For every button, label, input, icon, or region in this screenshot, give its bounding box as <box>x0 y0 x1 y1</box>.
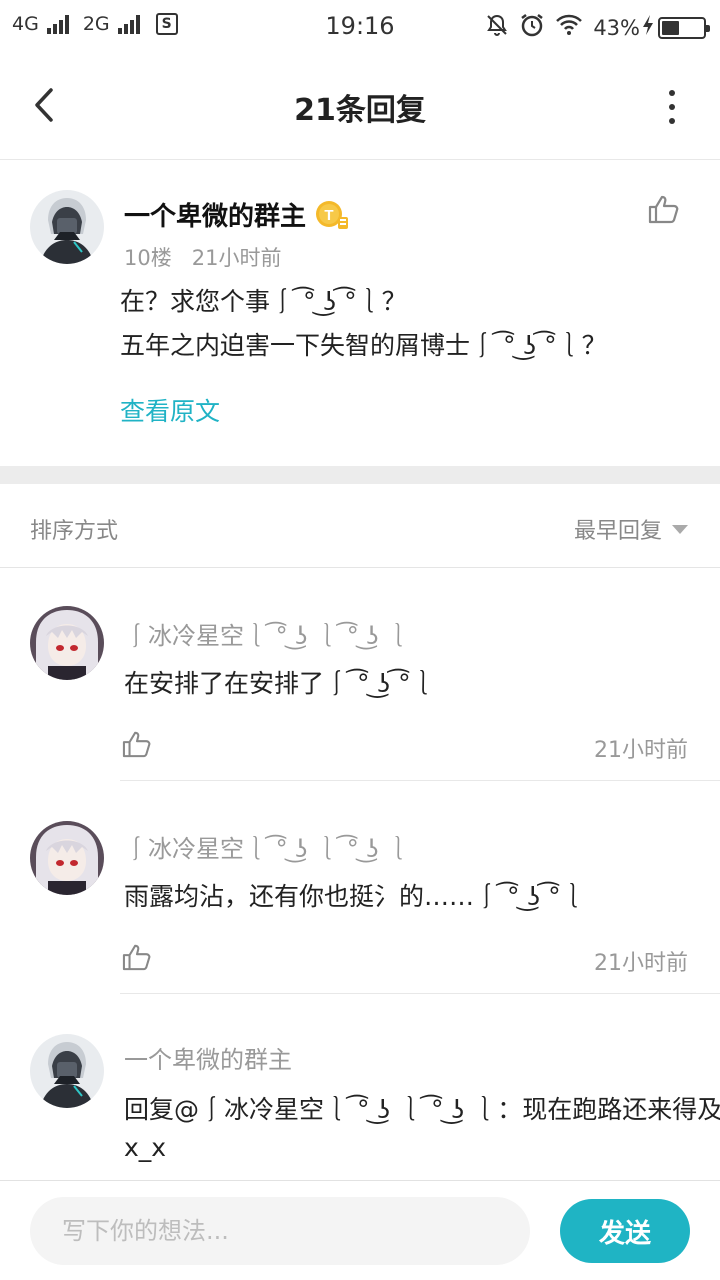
charging-bolt-icon <box>642 14 654 41</box>
author-name: 一个卑微的群主 <box>124 202 307 232</box>
reply-author[interactable]: ⎰冰冷星空⎱ ͡° ͜ʖ ⎱ ͡° ͜ʖ ⎱ <box>124 616 410 651</box>
post-time: 21小时前 <box>191 246 282 270</box>
post-text-line: 在？求您个事⎰ ͡° ͜ʖ ͡°⎱？ <box>120 287 407 316</box>
signal-strength-icon <box>46 14 69 34</box>
network-type-2: 2G <box>82 13 110 35</box>
thumbs-up-icon <box>122 731 151 758</box>
reply-author[interactable]: ⎰冰冷星空⎱ ͡° ͜ʖ ⎱ ͡° ͜ʖ ⎱ <box>124 829 410 864</box>
more-options-button[interactable] <box>662 90 682 124</box>
avatar[interactable] <box>30 606 104 680</box>
white-hair-girl-avatar-icon <box>30 821 104 895</box>
svg-text:T: T <box>324 207 333 224</box>
avatar[interactable] <box>30 821 104 895</box>
like-button[interactable] <box>122 730 152 762</box>
reply-item: 一个卑微的群主 回复@⎰冰冷星空⎱ ͡° ͜ʖ ⎱ ͡° ͜ʖ ⎱：现在跑路还来… <box>0 994 720 1180</box>
composer-bar: 发送 <box>0 1180 720 1280</box>
alarm-icon <box>519 12 545 43</box>
reply-text-line: 回复@⎰冰冷星空⎱ ͡° ͜ʖ ⎱ ͡° ͜ʖ ⎱：现在跑路还来得及吗 <box>124 1095 720 1124</box>
floor-number: 10楼 <box>124 246 172 270</box>
send-button[interactable]: 发送 <box>560 1199 690 1263</box>
signal-strength-icon <box>117 14 140 34</box>
battery-icon <box>658 16 710 39</box>
comment-input[interactable] <box>30 1197 530 1265</box>
view-original-link[interactable]: 查看原文 <box>120 392 220 428</box>
reply-time: 21小时前 <box>594 951 688 976</box>
section-divider <box>0 466 720 484</box>
chevron-left-icon <box>35 88 53 122</box>
more-vertical-icon <box>669 90 675 96</box>
reply-text-line: x_x <box>124 1133 167 1162</box>
reply-text: 在安排了在安排了⎰ ͡° ͜ʖ ͡°⎱ <box>124 669 436 698</box>
reply-author[interactable]: 一个卑微的群主 <box>124 1040 292 1075</box>
avatar[interactable] <box>30 190 104 264</box>
reply-time: 21小时前 <box>594 738 688 763</box>
sort-label: 排序方式 <box>30 519 119 544</box>
sort-dropdown[interactable]: 最早回复 <box>574 513 688 545</box>
reply-item: ⎰冰冷星空⎱ ͡° ͜ʖ ⎱ ͡° ͜ʖ ⎱ 在安排了在安排了⎰ ͡° ͜ʖ ͡… <box>0 568 720 781</box>
thumbs-up-icon <box>122 944 151 971</box>
thumbs-up-icon <box>648 195 679 224</box>
like-button[interactable] <box>122 943 152 975</box>
top-nav-bar: 21条回复 <box>0 52 720 160</box>
network-type-1: 4G <box>12 13 39 35</box>
wifi-icon <box>555 14 583 41</box>
reply-text: 雨露均沾，还有你也挺氵的……⎰ ͡° ͜ʖ ͡°⎱ <box>124 882 586 911</box>
battery-fill <box>662 20 679 35</box>
status-right: 43% <box>485 12 710 43</box>
sort-row: 排序方式 最早回复 <box>0 484 720 568</box>
caret-down-icon <box>672 524 688 534</box>
post-text-line: 五年之内迫害一下失智的屑博士⎰ ͡° ͜ʖ ͡°⎱？ <box>120 331 607 360</box>
page-title: 21条回复 <box>294 93 426 128</box>
white-hair-girl-avatar-icon <box>30 606 104 680</box>
status-left: 4G 2G S <box>12 13 178 35</box>
masked-figure-avatar-icon <box>30 1034 104 1108</box>
reply-item: ⎰冰冷星空⎱ ͡° ͜ʖ ⎱ ͡° ͜ʖ ⎱ 雨露均沾，还有你也挺氵的……⎰ ͡… <box>0 781 720 994</box>
sort-selected-value: 最早回复 <box>573 519 662 544</box>
battery-percent: 43% <box>593 15 640 40</box>
like-button[interactable] <box>648 194 680 228</box>
mute-bell-icon <box>485 13 509 42</box>
status-bar: 4G 2G S 19:16 43% <box>0 0 720 52</box>
back-button[interactable] <box>22 80 66 130</box>
avatar[interactable] <box>30 1034 104 1108</box>
masked-figure-avatar-icon <box>30 190 104 264</box>
sim-app-icon: S <box>155 13 178 35</box>
post-author: 一个卑微的群主 T <box>124 196 349 233</box>
post-meta: 10楼 21小时前 <box>124 242 281 272</box>
main-post: 一个卑微的群主 T 10楼 21小时前 在？求您个事⎰ ͡° ͜ʖ ͡°⎱？ 五年… <box>0 160 720 466</box>
gold-t-badge-icon: T <box>314 198 349 232</box>
